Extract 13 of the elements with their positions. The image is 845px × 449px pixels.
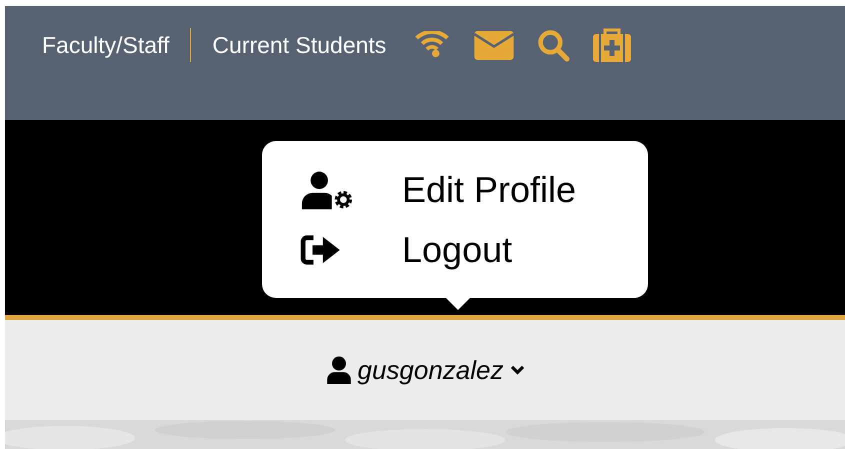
user-gear-icon bbox=[300, 170, 354, 210]
user-icon bbox=[326, 356, 352, 384]
mail-icon[interactable] bbox=[473, 30, 516, 60]
menu-item[interactable]: Edit Profile bbox=[300, 160, 648, 218]
logout-icon bbox=[300, 234, 342, 266]
menu-item[interactable]: Logout bbox=[300, 220, 648, 278]
chevron-down-icon bbox=[510, 364, 524, 376]
wifi-icon[interactable] bbox=[413, 31, 452, 59]
search-icon[interactable] bbox=[537, 28, 570, 62]
nav-link[interactable]: Current Students bbox=[211, 28, 388, 62]
nav-link[interactable]: Faculty/Staff bbox=[41, 28, 170, 62]
medkit-icon[interactable] bbox=[592, 27, 632, 63]
user-menu-button[interactable]: gusgonzalez bbox=[326, 350, 524, 390]
